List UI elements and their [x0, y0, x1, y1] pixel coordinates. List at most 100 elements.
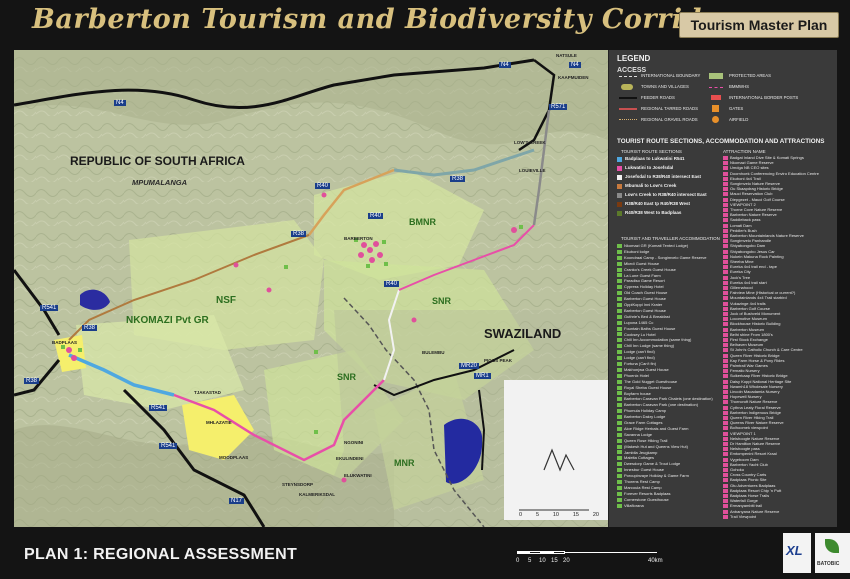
map-canvas[interactable]: REPUBLIC OF SOUTH AFRICA MPUMALANGA SWAZ…: [14, 50, 608, 527]
accommodation-item: Queen Rose Hiking Trail: [617, 438, 667, 443]
accommodation-name: Fortuna (Can't fin): [624, 361, 657, 366]
airfield-icon: [712, 116, 719, 123]
accommodation-name: Lupona 1465 Cc: [624, 319, 654, 325]
route-label: Lukwatini to Josefsdal: [625, 165, 674, 170]
route-swatch: [617, 202, 622, 207]
accommodation-item: Mkedi Guest House: [617, 261, 659, 266]
accommodation-marker-icon: [617, 344, 622, 349]
town-ekulindeni: EKULINDENI: [336, 456, 364, 461]
accommodation-name: Royal Sheba Guest House: [624, 384, 672, 390]
accommodation-name: Grace Farm Cottages: [624, 420, 663, 425]
accommodation-name: Phoenix Hotel: [624, 372, 649, 378]
road-label-mr1: MR1: [474, 373, 491, 379]
accommodation-name: Phumula Holiday Camp: [624, 408, 667, 414]
accommodation-name: Barberton Caravan Park (one destination): [624, 402, 699, 408]
accommodation-title: TOURIST AND TRAVELLER ACCOMMODATION: [621, 236, 720, 241]
road-label-n17: N17: [229, 498, 245, 504]
area-label-nkomazi: NKOMAZI Pvt GR: [126, 315, 209, 326]
accommodation-item: Grace Farm Cottages: [617, 420, 662, 425]
route-legend-row: R40/R38 West to Badplaas: [617, 210, 713, 217]
route-swatch: [617, 166, 622, 171]
attractions-title: ATTRACTION NAME: [723, 149, 766, 154]
inset-tick-0: 0: [519, 512, 523, 518]
region-label-south-africa: REPUBLIC OF SOUTH AFRICA: [70, 154, 245, 168]
accommodation-marker-icon: [617, 373, 622, 378]
accommodation-marker-icon: [617, 462, 622, 467]
accommodation-item: Chill Inn Accommodation (same thing): [617, 337, 691, 342]
accommodation-marker-icon: [617, 474, 622, 479]
accommodation-name: Chill Inn Accommodation (same thing): [624, 337, 692, 343]
accommodation-marker-icon: [617, 285, 622, 290]
accommodation-item: Aloe Ridge Herbals and Guest Farm: [617, 426, 688, 431]
accommodation-name: Koondraai Camp - Songimvelo Game Reserve: [624, 254, 707, 260]
international-boundary-icon: [619, 76, 637, 77]
accommodation-name: Makhonjwa Guest House: [624, 366, 669, 372]
bmmwhs-icon: [709, 87, 723, 88]
accommodation-item: Old Coach Guest House: [617, 290, 667, 295]
accommodation-name: Ekuboni lodge: [624, 248, 650, 254]
route-legend-row: Low's Creek to R38/R40 intersect East: [617, 192, 713, 199]
tourism-master-plan-badge: Tourism Master Plan: [679, 12, 839, 38]
accommodation-item: Guthrie's Bed & Breakfast: [617, 314, 670, 319]
accommodation-item: Fortuna (Can't fin): [617, 361, 656, 366]
town-steynsdorp: STEYNSDORP: [282, 482, 314, 487]
accommodation-item: Cranko's Creek Guest House: [617, 267, 676, 272]
scale-bar-segment: [541, 551, 553, 554]
area-label-snr-east: SNR: [432, 296, 452, 306]
legend-item-gravel: REGIONAL GRAVEL ROADS: [641, 117, 698, 122]
towns-icon: [621, 84, 633, 90]
inset-scale-ticks: 0 5 10 15 20: [519, 512, 599, 518]
legend-item-feeder: FEEDER ROADS: [641, 95, 675, 100]
region-label-mpumalanga: MPUMALANGA: [132, 178, 187, 187]
accommodation-marker-icon: [617, 391, 622, 396]
area-label-snr-south: SNR: [337, 372, 357, 382]
accommodation-item: Porcupinvaye Holiday & Game Farm: [617, 473, 689, 478]
route-legend-row: Lukwatini to Josefsdal: [617, 165, 713, 172]
accommodation-item: Makhonjwa Guest House: [617, 367, 669, 372]
scale-tick-0: 0: [516, 558, 520, 564]
accommodation-item: OppiKoppi Inni Krater: [617, 302, 662, 307]
road-label-n4-b: N4: [499, 62, 511, 68]
accommodation-marker-icon: [617, 267, 622, 272]
accommodation-marker-icon: [617, 491, 622, 496]
accommodation-item: Barberton Guest House: [617, 308, 666, 313]
road-label-n4-a: N4: [114, 100, 126, 106]
route-legend-row: Josefsdal to R38/R40 intersect East: [617, 174, 713, 181]
sections-title: TOURIST ROUTE SECTIONS, ACCOMMODATION AN…: [617, 138, 825, 145]
legend-item-tarred: REGIONAL TARRED ROADS: [641, 106, 698, 111]
accommodation-name: Villaflorana: [624, 502, 644, 508]
accommodation-marker-icon: [617, 273, 622, 278]
scale-bar-segment: [553, 551, 565, 554]
town-natsule: NATSULE: [556, 53, 577, 58]
route-label: R40/R38 West to Badplaas: [625, 210, 682, 215]
accommodation-marker-icon: [617, 332, 622, 337]
accommodation-name: Barberton Dakry Lodge: [624, 414, 666, 420]
legend-item-gates: GATES: [729, 106, 744, 111]
accommodation-item: Koondraai Camp - Songimvelo Game Reserve: [617, 255, 706, 260]
town-mhlazatie: MHLAZATIE: [206, 420, 232, 425]
town-tjakastad: TJAKASTAD: [194, 390, 221, 395]
routes-title: TOURIST ROUTE SECTIONS: [621, 149, 682, 154]
accommodation-name: Cranko's Creek Guest House: [624, 266, 676, 272]
scale-bar-segment: [517, 551, 529, 554]
accommodation-marker-icon: [617, 279, 622, 284]
accommodation-item: Cornerstone Guesthouse: [617, 497, 669, 502]
accommodation-name: Barberton Guest House: [624, 296, 667, 302]
town-badplaas: BADPLAAS: [52, 340, 78, 345]
accommodation-item: Barberton Caravan Park (one destination): [617, 402, 698, 407]
legend-item-border-posts: INTERNATIONAL BORDER POSTS: [729, 95, 799, 100]
route-label: Low's Creek to R38/R40 intersect East: [625, 192, 707, 197]
scale-tick-5: 5: [528, 558, 532, 564]
accommodation-item: Phoenix Hotel: [617, 373, 649, 378]
accommodation-name: Guthrie's Bed & Breakfast: [624, 313, 670, 319]
legend-panel: LEGEND ACCESS INTERNATIONAL BOUNDARY TOW…: [608, 50, 837, 527]
title-band: Barberton Tourism and Biodiversity Corri…: [0, 0, 850, 44]
accommodation-name: Old Coach Guest House: [624, 290, 668, 296]
map-title: Barberton Tourism and Biodiversity Corri…: [32, 4, 736, 35]
accommodation-item: Malelta Cottages: [617, 455, 654, 460]
accommodation-item: Barberton Caravan Park Chalets (one dest…: [617, 396, 713, 401]
accommodation-item: Lodge (can't find): [617, 349, 655, 354]
scale-bar: [517, 551, 657, 555]
tarred-roads-icon: [619, 108, 637, 110]
accommodation-marker-icon: [617, 426, 622, 431]
